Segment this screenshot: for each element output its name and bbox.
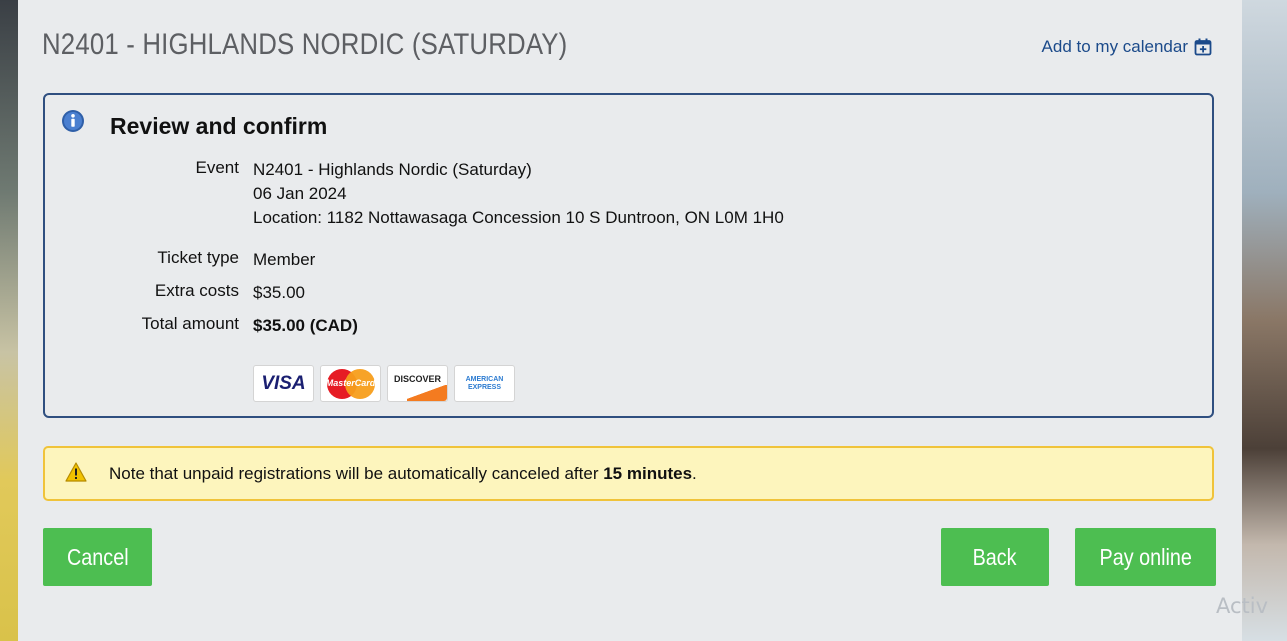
warning-time: 15 minutes xyxy=(603,464,693,483)
info-icon xyxy=(62,110,84,132)
activation-watermark: Activ xyxy=(1216,594,1269,618)
background-photo-left xyxy=(0,0,18,641)
event-date: 06 Jan 2024 xyxy=(253,184,347,203)
cancel-button-label: Cancel xyxy=(66,543,129,570)
review-confirm-box: Review and confirm Event N2401 - Highlan… xyxy=(43,93,1214,418)
warning-icon xyxy=(65,462,87,482)
add-to-calendar-link[interactable]: Add to my calendar xyxy=(1042,37,1212,57)
cancel-button[interactable]: Cancel xyxy=(43,528,152,586)
pay-online-button-label: Pay online xyxy=(1099,543,1192,570)
amex-label: AMERICAN EXPRESS xyxy=(465,375,504,391)
review-heading: Review and confirm xyxy=(110,113,328,139)
registration-panel: N2401 - HIGHLANDS NORDIC (SATURDAY) Add … xyxy=(18,0,1242,641)
back-button-label: Back xyxy=(973,543,1017,570)
event-location: Location: 1182 Nottawasaga Concession 10… xyxy=(253,208,784,227)
total-amount-value: $35.00 (CAD) xyxy=(253,316,358,335)
add-to-calendar-label: Add to my calendar xyxy=(1041,37,1188,56)
warning-text: Note that unpaid registrations will be a… xyxy=(109,464,697,484)
payment-methods: VISA MasterCard DISCOVER AMERICAN EXPRES… xyxy=(253,365,515,402)
discover-card-icon: DISCOVER xyxy=(387,365,448,402)
page-title: N2401 - HIGHLANDS NORDIC (SATURDAY) xyxy=(42,28,568,61)
extra-costs-value: $35.00 xyxy=(253,283,305,302)
calendar-plus-icon xyxy=(1194,38,1212,56)
event-name: N2401 - Highlands Nordic (Saturday) xyxy=(253,160,532,179)
warning-text-end: . xyxy=(692,464,697,483)
event-details: N2401 - Highlands Nordic (Saturday) 06 J… xyxy=(253,158,784,230)
back-button[interactable]: Back xyxy=(941,528,1049,586)
amex-card-icon: AMERICAN EXPRESS xyxy=(454,365,515,402)
ticket-type-value: Member xyxy=(253,250,316,269)
mastercard-icon: MasterCard xyxy=(320,365,381,402)
visa-label: VISA xyxy=(261,372,306,394)
extra-costs-label: Extra costs xyxy=(154,281,239,300)
visa-card-icon: VISA xyxy=(253,365,314,402)
total-amount-label: Total amount xyxy=(141,314,239,333)
mastercard-label: MasterCard xyxy=(325,377,376,388)
warning-text-main: Note that unpaid registrations will be a… xyxy=(109,464,604,483)
unpaid-warning-box: Note that unpaid registrations will be a… xyxy=(43,446,1214,501)
event-label: Event xyxy=(195,158,239,177)
discover-label: DISCOVER xyxy=(393,374,441,384)
pay-online-button[interactable]: Pay online xyxy=(1075,528,1216,586)
background-photo-right xyxy=(1242,0,1287,641)
ticket-type-label: Ticket type xyxy=(157,248,239,267)
